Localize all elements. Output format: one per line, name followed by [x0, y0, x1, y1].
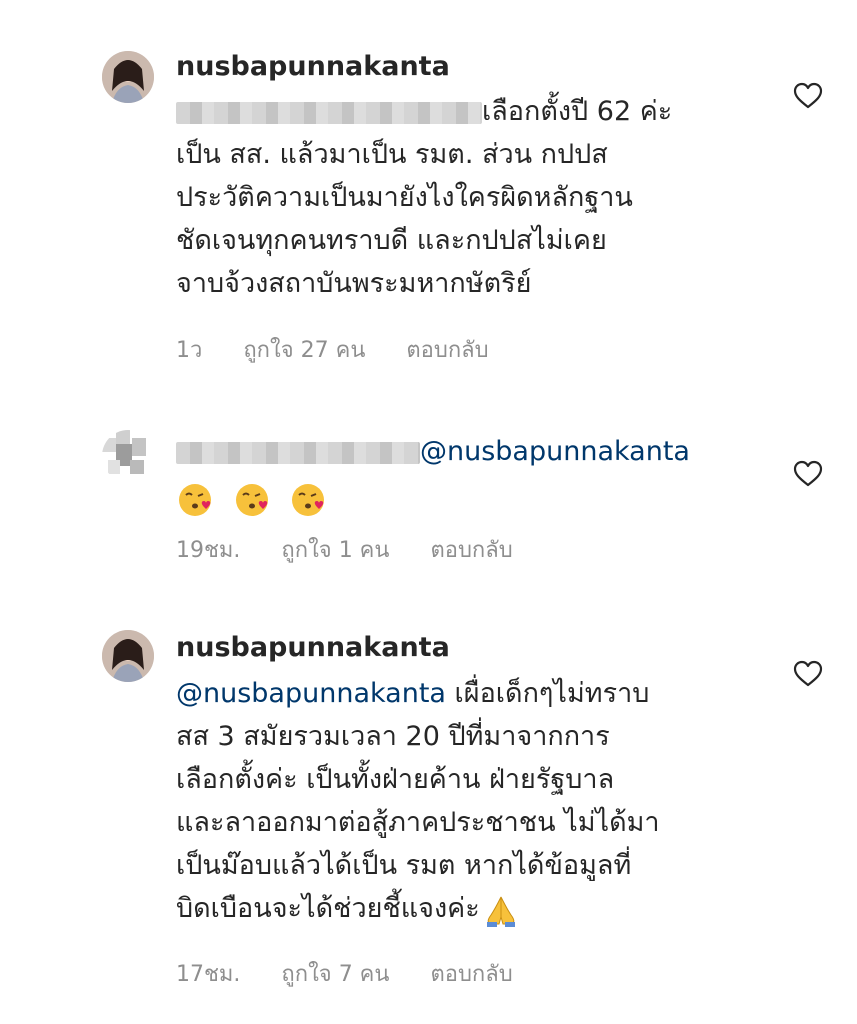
comment-text: เลือกตั้งปี 62 ค่ะ เป็น สส. แล้วมาเป็น ร…	[176, 90, 672, 305]
comment-line: บิดเบือนจะได้ช่วยชี้แจงค่ะ	[176, 887, 660, 930]
comment-line: เลือกตั้งปี 62 ค่ะ	[176, 90, 672, 133]
comment-line: ประวัติความเป็นมายังไงใครผิดหลักฐาน	[176, 182, 633, 213]
comment-username[interactable]: nusbapunnakanta	[176, 49, 450, 85]
blurred-username	[176, 441, 420, 464]
blurred-mention	[176, 101, 482, 124]
avatar[interactable]	[102, 430, 154, 482]
comment-line: จาบจ้วงสถาบันพระมหากษัตริย์	[176, 268, 532, 299]
comment-line: สส 3 สมัยรวมเวลา 20 ปีที่มาจากการ	[176, 721, 610, 752]
avatar[interactable]	[102, 630, 154, 682]
comment-text: @nusbapunnakanta เผื่อเด็กๆไม่ทราบ สส 3 …	[176, 672, 660, 930]
heart-outline-icon[interactable]	[793, 660, 823, 688]
emoji-row	[176, 477, 690, 520]
comment-line: เป็น สส. แล้วมาเป็น รมต. ส่วน กปปส	[176, 139, 608, 170]
kissing-heart-emoji	[179, 483, 211, 516]
comment-likes[interactable]: ถูกใจ 7 คน	[281, 962, 389, 987]
comment-time[interactable]: 1ว	[176, 338, 202, 363]
comment-item: nusbapunnakanta เลือกตั้งปี 62 ค่ะ เป็น …	[0, 0, 857, 380]
mention-link[interactable]: @nusbapunnakanta	[176, 678, 446, 709]
folded-hands-emoji	[486, 896, 515, 927]
comment-item: nusbapunnakanta @nusbapunnakanta เผื่อเด…	[0, 600, 857, 1024]
reply-button[interactable]: ตอบกลับ	[406, 338, 488, 363]
comment-item: @nusbapunnakanta 19ชม. ถูกใจ 1 คน ตอบกลั…	[0, 380, 857, 600]
comment-meta: 17ชม. ถูกใจ 7 คน ตอบกลับ	[176, 956, 547, 991]
comment-line: เป็นม๊อบแล้วได้เป็น รมต หากได้ข้อมูลที่	[176, 850, 632, 881]
comment-line: และลาออกมาต่อสู้ภาคประชาชน ไม่ได้มา	[176, 807, 660, 838]
comment-line: เลือกตั้งค่ะ เป็นทั้งฝ่ายค้าน ฝ่ายรัฐบาล	[176, 764, 615, 795]
comment-username[interactable]: nusbapunnakanta	[176, 630, 450, 666]
comment-meta: 1ว ถูกใจ 27 คน ตอบกลับ	[176, 332, 523, 367]
comment-meta: 19ชม. ถูกใจ 1 คน ตอบกลับ	[176, 532, 547, 567]
kissing-heart-emoji	[235, 483, 268, 516]
comment-text: @nusbapunnakanta	[176, 430, 690, 520]
heart-outline-icon[interactable]	[793, 460, 823, 488]
comment-likes[interactable]: ถูกใจ 1 คน	[281, 538, 389, 563]
comment-line: ชัดเจนทุกคนทราบดี และกปปสไม่เคย	[176, 225, 607, 256]
avatar[interactable]	[102, 51, 154, 103]
comment-line: @nusbapunnakanta เผื่อเด็กๆไม่ทราบ	[176, 678, 650, 709]
comment-likes[interactable]: ถูกใจ 27 คน	[243, 338, 365, 363]
reply-button[interactable]: ตอบกลับ	[430, 538, 512, 563]
comment-line: @nusbapunnakanta	[176, 430, 690, 473]
comment-time[interactable]: 19ชม.	[176, 538, 240, 563]
comment-time[interactable]: 17ชม.	[176, 962, 240, 987]
mention-link[interactable]: @nusbapunnakanta	[420, 436, 690, 467]
reply-button[interactable]: ตอบกลับ	[430, 962, 512, 987]
kissing-heart-emoji	[292, 483, 325, 516]
heart-outline-icon[interactable]	[793, 82, 823, 110]
